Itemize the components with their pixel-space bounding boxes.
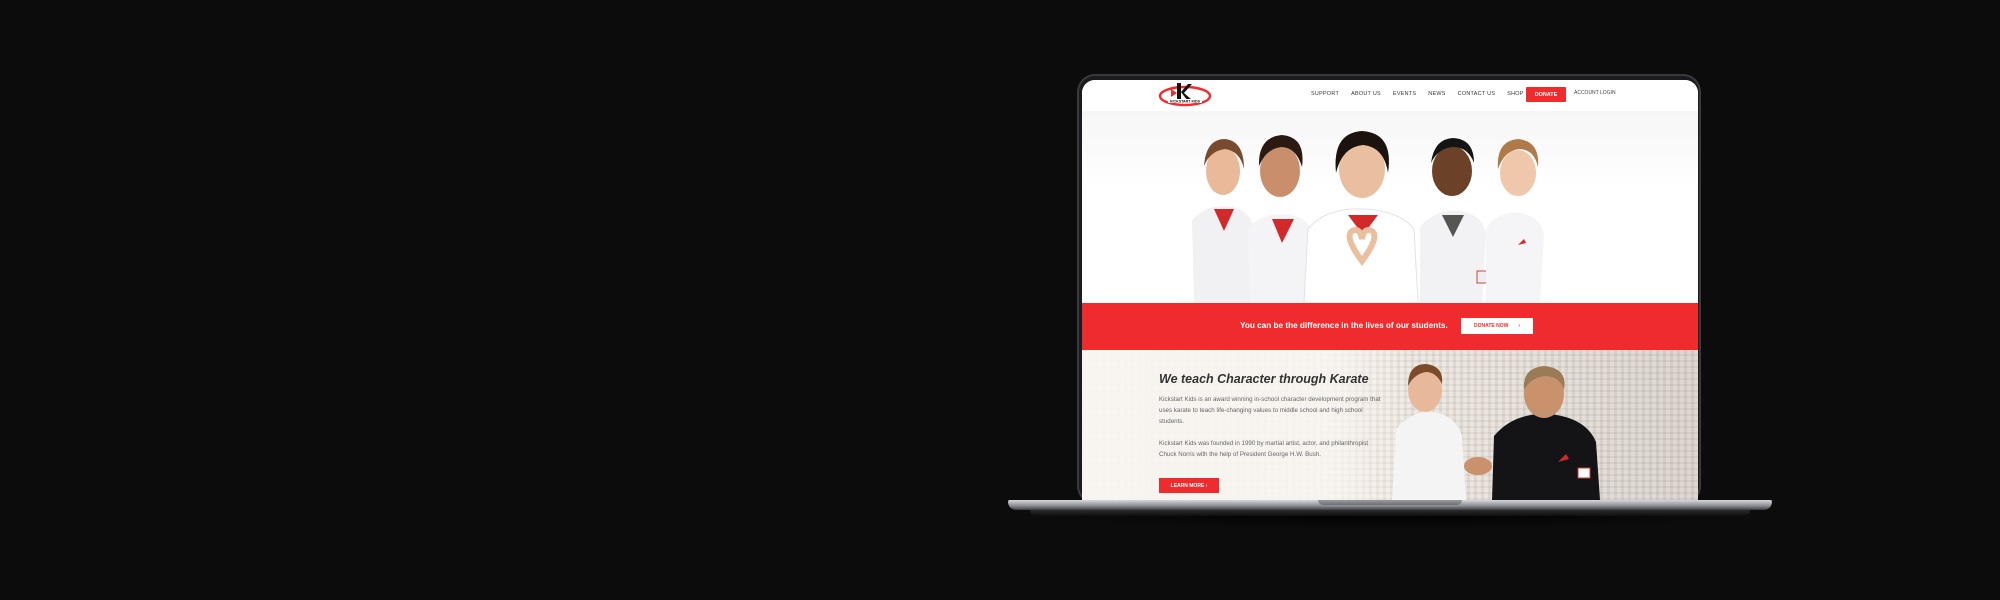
karate-instructor-photo: [1392, 364, 1600, 500]
kickstart-kids-logo[interactable]: KICKSTART KIDS: [1157, 81, 1213, 109]
about-paragraph-2: Kickstart Kids was founded in 1990 by ma…: [1159, 440, 1369, 458]
donate-button[interactable]: DONATE: [1526, 87, 1566, 102]
site-header: KICKSTART KIDS SUPPORT ABOUT US EVENTS N…: [1082, 80, 1698, 112]
nav-events[interactable]: EVENTS: [1387, 90, 1422, 98]
logo-text: KICKSTART KIDS: [1170, 100, 1201, 104]
banner-text: You can be the difference in the lives o…: [1240, 321, 1448, 330]
nav-news[interactable]: NEWS: [1422, 90, 1451, 98]
laptop-screen: KICKSTART KIDS SUPPORT ABOUT US EVENTS N…: [1082, 80, 1698, 500]
account-login-link[interactable]: ACCOUNT LOGIN: [1574, 90, 1616, 96]
kids-group-photo: [1192, 131, 1544, 303]
donate-now-label: DONATE NOW: [1473, 323, 1509, 329]
kid-1: [1192, 139, 1254, 303]
arrow-right-icon: ›: [1518, 323, 1521, 329]
nav-about-us[interactable]: ABOUT US: [1345, 90, 1387, 98]
kid-3: [1303, 131, 1419, 303]
kid-2: [1248, 135, 1314, 303]
about-section: We teach Character through Karate Kickst…: [1082, 350, 1698, 500]
nav-support[interactable]: SUPPORT: [1305, 90, 1345, 98]
donate-now-button[interactable]: DONATE NOW ›: [1461, 318, 1533, 334]
hero-image: [1082, 111, 1698, 303]
main-nav: SUPPORT ABOUT US EVENTS NEWS CONTACT US …: [1305, 90, 1530, 98]
learn-more-button[interactable]: LEARN MORE ›: [1159, 478, 1219, 493]
donation-banner: You can be the difference in the lives o…: [1082, 303, 1698, 350]
nav-contact-us[interactable]: CONTACT US: [1452, 90, 1502, 98]
about-paragraph-1: Kickstart Kids is an award winning in-sc…: [1159, 396, 1381, 425]
kid-4: [1420, 138, 1496, 303]
section-title: We teach Character through Karate: [1159, 372, 1369, 386]
laptop-base-underside: [1030, 510, 1750, 516]
kid-5: [1486, 139, 1544, 303]
laptop-base-notch: [1318, 500, 1462, 505]
